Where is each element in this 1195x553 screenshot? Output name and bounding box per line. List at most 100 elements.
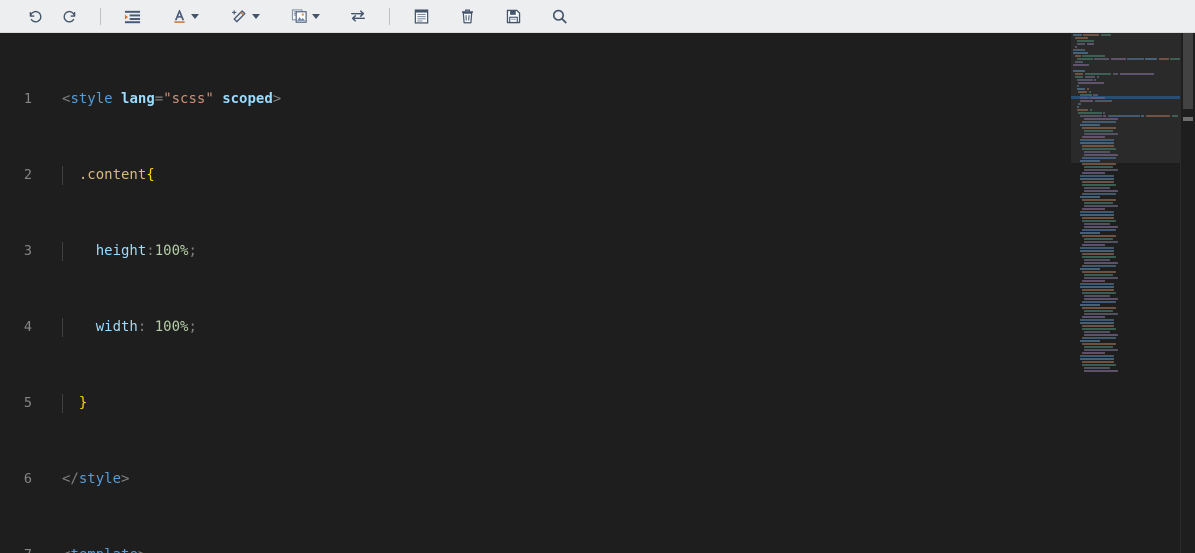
line-text[interactable]: height:100%; — [44, 242, 1195, 261]
code-line[interactable]: 6 </style> — [0, 470, 1195, 489]
line-number: 7 — [0, 546, 44, 553]
minimap-token — [1083, 297, 1118, 300]
minimap-token — [1086, 87, 1089, 90]
monaco-editor[interactable]: 1 <style lang="scss" scoped> 2 .content{… — [0, 33, 1195, 553]
minimap-token — [1089, 108, 1092, 111]
minimap-token — [1074, 45, 1077, 48]
minimap-token — [1080, 354, 1115, 357]
minimap-token — [1083, 345, 1113, 348]
minimap-token — [1082, 324, 1114, 327]
minimap-token — [1083, 168, 1118, 171]
minimap-token — [1110, 57, 1126, 60]
line-text[interactable]: .content{ — [44, 166, 1195, 185]
delete-icon[interactable] — [450, 3, 484, 29]
minimap-token — [1080, 177, 1115, 180]
code-line[interactable]: 4 width: 100%; — [0, 318, 1195, 337]
magic-wand-icon[interactable] — [221, 3, 269, 29]
undo-icon[interactable] — [18, 3, 52, 29]
minimap-token — [1083, 366, 1110, 369]
notes-icon[interactable] — [404, 3, 438, 29]
minimap-token — [1080, 249, 1115, 252]
minimap-token — [1082, 270, 1116, 273]
minimap-token — [1082, 162, 1116, 165]
minimap-token — [1078, 111, 1102, 114]
minimap-token — [1084, 72, 1112, 75]
compare-icon[interactable] — [341, 3, 375, 29]
minimap-token — [1100, 33, 1111, 36]
minimap-token — [1076, 39, 1094, 42]
swap-arrows-glyph — [350, 10, 366, 22]
minimap-token — [1082, 171, 1106, 174]
minimap-token — [1145, 57, 1158, 60]
minimap-token — [1080, 321, 1115, 324]
minimap-token — [1107, 114, 1140, 117]
vertical-scrollbar[interactable] — [1181, 33, 1195, 553]
redo-icon[interactable] — [52, 3, 86, 29]
search-icon[interactable] — [542, 3, 576, 29]
minimap-token — [1083, 165, 1113, 168]
code-line[interactable]: 7 <template> — [0, 546, 1195, 553]
save-icon[interactable] — [496, 3, 530, 29]
minimap-token — [1074, 36, 1088, 39]
minimap-token — [1078, 81, 1105, 84]
code-line[interactable]: 2 .content{ — [0, 166, 1195, 185]
redo-glyph — [63, 10, 75, 22]
minimap-token — [1082, 219, 1116, 222]
minimap-token — [1083, 330, 1110, 333]
code-line[interactable]: 3 height:100%; — [0, 242, 1195, 261]
minimap-token — [1074, 72, 1084, 75]
minimap-token — [1094, 99, 1113, 102]
minimap-token — [1083, 222, 1110, 225]
scrollbar-thumb[interactable] — [1183, 33, 1193, 109]
minimap-token — [1083, 189, 1118, 192]
minimap-token — [1083, 204, 1118, 207]
minimap-token — [1073, 51, 1088, 54]
line-number: 2 — [23, 167, 32, 183]
line-text[interactable]: width: 100%; — [44, 318, 1195, 337]
minimap-token — [1083, 258, 1110, 261]
minimap-token — [1082, 234, 1116, 237]
minimap-token — [1083, 153, 1118, 156]
minimap-token — [1103, 114, 1107, 117]
minimap-token — [1083, 309, 1113, 312]
minimap-token — [1080, 174, 1115, 177]
minimap-token — [1082, 360, 1114, 363]
line-text[interactable]: <style lang="scss" scoped> — [44, 90, 1195, 109]
minimap-token — [1082, 198, 1116, 201]
minimap-token — [1080, 159, 1101, 162]
toolbar-separator-2 — [389, 7, 390, 25]
minimap-token — [1082, 291, 1116, 294]
line-text[interactable]: </style> — [44, 470, 1195, 489]
minimap-token — [1094, 78, 1097, 81]
minimap-token — [1076, 42, 1086, 45]
minimap-token — [1158, 57, 1169, 60]
line-number: 5 — [23, 395, 32, 411]
editor-minimap[interactable] — [1071, 33, 1181, 553]
line-number: 6 — [23, 471, 32, 487]
code-line[interactable]: 5 } — [0, 394, 1195, 413]
minimap-token — [1088, 90, 1091, 93]
minimap-token — [1083, 348, 1118, 351]
minimap-token — [1076, 57, 1093, 60]
minimap-token — [1082, 336, 1116, 339]
image-icon[interactable] — [281, 3, 329, 29]
line-number: 4 — [23, 319, 32, 335]
minimap-token — [1083, 201, 1113, 204]
minimap-token — [1080, 138, 1115, 141]
minimap-token — [1112, 72, 1119, 75]
minimap-token — [1074, 75, 1084, 78]
line-text[interactable]: } — [44, 394, 1195, 413]
code-line[interactable]: 1 <style lang="scss" scoped> — [0, 90, 1195, 109]
line-text[interactable]: <template> — [44, 546, 1195, 553]
code-editor-window: 1 <style lang="scss" scoped> 2 .content{… — [0, 0, 1195, 553]
indent-format-icon[interactable] — [115, 3, 149, 29]
minimap-token — [1073, 33, 1082, 36]
minimap-token — [1080, 339, 1101, 342]
code-content[interactable]: 1 <style lang="scss" scoped> 2 .content{… — [0, 33, 1195, 553]
minimap-token — [1145, 114, 1171, 117]
minimap-token — [1141, 114, 1145, 117]
font-icon[interactable] — [161, 3, 209, 29]
indent-glyph — [124, 10, 140, 23]
minimap-token — [1080, 318, 1115, 321]
minimap-token — [1083, 150, 1110, 153]
